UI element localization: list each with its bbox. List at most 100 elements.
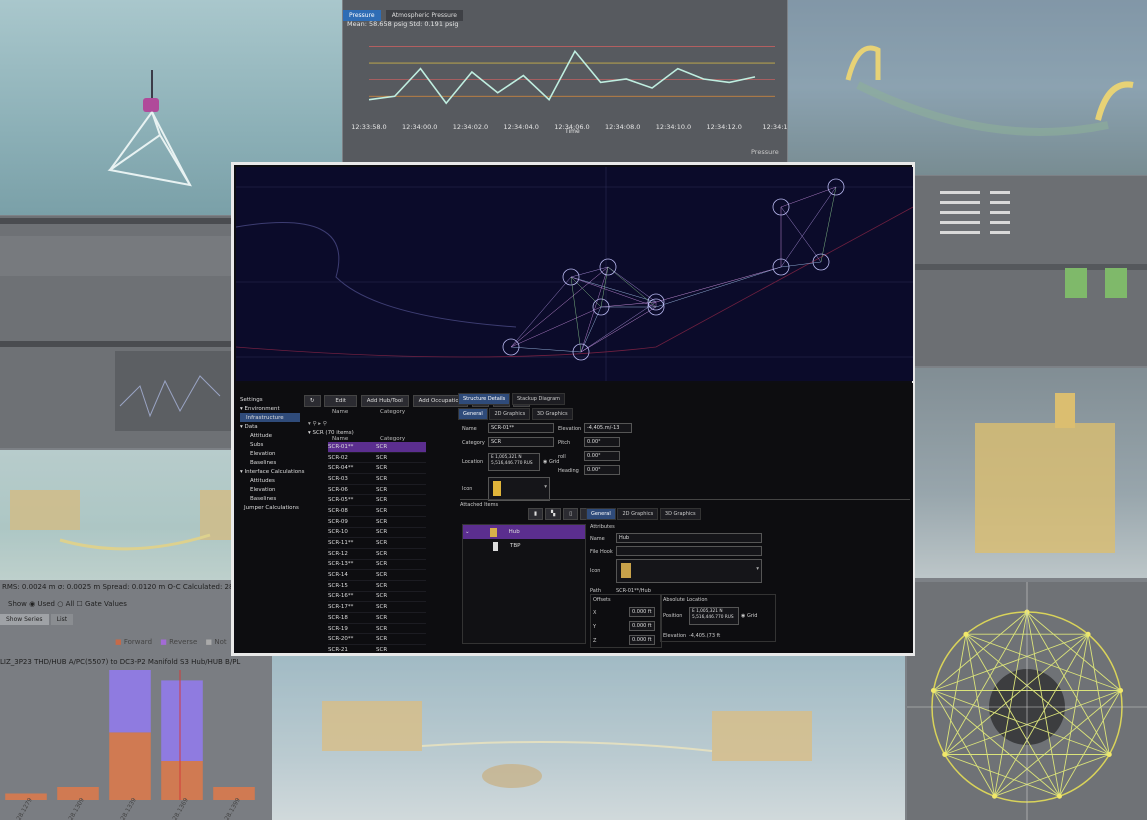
attributes-group: Attributes Name Hub File Hook Icon ▾ Path S… (590, 524, 766, 594)
list-filter-row: ▾ ⚲ ▸ ⚲ (308, 421, 327, 427)
offset-z-field[interactable]: 0.000 ft (629, 635, 655, 645)
legend-reverse: Reverse (169, 638, 198, 646)
pressure-chart-panel: Pressure Atmospheric Pressure Mean: 58.6… (343, 0, 787, 162)
list-rows: SCR-01** SCR SCR-02 SCR SCR-04** SCR SCR-03 SCR… (328, 442, 426, 652)
attach-hub-icon[interactable]: ▚ (545, 508, 562, 520)
nav-settings[interactable]: Settings (240, 395, 300, 404)
survey-link-line (510, 276, 572, 348)
nav-infrastructure[interactable]: Infrastructure (240, 413, 300, 422)
histogram-panel: LIZ_3P23 THD/HUB A/PC(5507) to DC3-P2 Ma… (0, 656, 275, 820)
table-row[interactable]: SCR-16** SCR (328, 592, 426, 603)
refresh-button[interactable]: ↻ (304, 395, 321, 407)
group-header[interactable]: ▾ SCR (70 items) (304, 427, 456, 436)
attached-tab-3d[interactable]: 3D Graphics (659, 508, 701, 520)
3d-viewport[interactable] (235, 167, 914, 381)
table-row[interactable]: SCR-11** SCR (328, 538, 426, 549)
table-row[interactable]: SCR-06 SCR (328, 485, 426, 496)
heading-field[interactable]: 0.00° (584, 465, 620, 475)
nav-interface-calculations[interactable]: ▾ Interface Calculations (240, 467, 304, 476)
nav-elevation[interactable]: Elevation (240, 449, 300, 458)
offset-x-field[interactable]: 0.000 ft (629, 607, 655, 617)
radio-all[interactable]: ○ All (57, 600, 74, 608)
icon-picker[interactable]: ▾ (488, 477, 550, 501)
attr-icon-picker[interactable]: ▾ (616, 559, 762, 583)
grid-radio[interactable]: ◉ Grid (543, 459, 559, 465)
row-category: SCR (376, 604, 388, 611)
group-col-category: Category (380, 436, 406, 442)
table-row[interactable]: SCR-01** SCR (328, 442, 426, 453)
vertex-node (942, 752, 948, 757)
survey-link-line (607, 266, 657, 303)
tab-list[interactable]: List (50, 614, 74, 625)
pitch-field[interactable]: 0.00° (584, 437, 620, 447)
abs-grid-radio[interactable]: ◉ Grid (741, 613, 757, 619)
nav-attitudes[interactable]: Attitudes (240, 476, 300, 485)
row-name: SCR-04** (328, 465, 354, 472)
tab-show-series[interactable]: Show Series (0, 614, 49, 625)
attach-tool-icon[interactable]: ▯ (563, 508, 579, 520)
heading-label: Heading (558, 467, 579, 474)
elevation-field[interactable]: -4,405.m/-13 (584, 423, 632, 433)
table-row[interactable]: SCR-09 SCR (328, 517, 426, 528)
table-row[interactable]: SCR-02 SCR (328, 453, 426, 464)
table-row[interactable]: SCR-03 SCR (328, 474, 426, 485)
col-name: Name (332, 409, 349, 415)
attr-name-field[interactable]: Hub (616, 533, 762, 543)
histogram-title: LIZ_3P23 THD/HUB A/PC(5507) to DC3-P2 Ma… (0, 658, 241, 666)
table-row[interactable]: SCR-08 SCR (328, 506, 426, 517)
roll-field[interactable]: 0.00° (584, 451, 620, 461)
table-row[interactable]: SCR-04** SCR (328, 463, 426, 475)
row-name: SCR-11** (328, 540, 354, 547)
table-row[interactable]: SCR-17** SCR (328, 602, 426, 613)
survey-link-line (510, 346, 582, 353)
nav-jumper-calculations[interactable]: Jumper Calculations (240, 503, 300, 512)
table-row[interactable]: SCR-12 SCR (328, 549, 426, 560)
offset-y-field[interactable]: 0.000 ft (629, 621, 655, 631)
add-hub-button[interactable]: Add Hub/Tool (360, 395, 409, 407)
location-field[interactable]: E 1,005,321 N 5,516,446.770 RUS (488, 453, 540, 471)
col-category: Category (380, 409, 406, 415)
roll-label: roll (558, 453, 566, 460)
table-row[interactable]: SCR-20** SCR (328, 634, 426, 646)
row-category: SCR (376, 518, 388, 525)
edit-button[interactable]: Edit (324, 395, 358, 407)
attached-item-hub[interactable]: ⌄ Hub (463, 525, 585, 539)
tab-stackup-diagram[interactable]: Stackup Diagram (511, 393, 566, 405)
attach-structure-icon[interactable]: ▮ (528, 508, 544, 520)
category-field[interactable]: SCR (488, 437, 554, 447)
table-row[interactable]: SCR-15 SCR (328, 581, 426, 592)
attr-file-field[interactable] (616, 546, 762, 556)
x-tick-label: 28.1309 (67, 797, 86, 820)
nav-attitude[interactable]: Attitude (240, 431, 300, 440)
attached-tab-general[interactable]: General (586, 508, 616, 520)
legend-forward: Forward (123, 638, 153, 646)
subtab-3d-graphics[interactable]: 3D Graphics (531, 408, 573, 420)
table-row[interactable]: SCR-21 SCR (328, 645, 426, 652)
nav-environment[interactable]: ▾ Environment (240, 404, 300, 413)
survey-link-line (570, 276, 657, 308)
row-name: SCR-15 (328, 582, 348, 589)
gate-values-checkbox[interactable]: ☐ Gate Values (77, 600, 127, 608)
tab-structure-details[interactable]: Structure Details (458, 393, 511, 405)
nav-data[interactable]: ▾ Data (240, 422, 300, 431)
subtab-2d-graphics[interactable]: 2D Graphics (489, 408, 531, 420)
nav-elevation-2[interactable]: Elevation (240, 485, 300, 494)
nav-baselines[interactable]: Baselines (240, 458, 300, 467)
attached-item-tbp[interactable]: TBP (463, 539, 585, 553)
table-row[interactable]: SCR-18 SCR (328, 613, 426, 624)
table-row[interactable]: SCR-10 SCR (328, 528, 426, 539)
table-row[interactable]: SCR-14 SCR (328, 570, 426, 581)
attached-tab-2d[interactable]: 2D Graphics (617, 508, 659, 520)
position-field[interactable]: E 1,005,321 N 5,516,446.770 RUS (689, 607, 739, 625)
row-category: SCR (376, 540, 388, 547)
table-row[interactable]: SCR-19 SCR (328, 624, 426, 635)
name-field[interactable]: SCR-01** (488, 423, 554, 433)
seabed-photo (272, 656, 905, 820)
subtab-general[interactable]: General (458, 408, 488, 420)
nav-subs[interactable]: Subs (240, 440, 300, 449)
table-row[interactable]: SCR-13** SCR (328, 560, 426, 571)
table-row[interactable]: SCR-05** SCR (328, 495, 426, 507)
radio-used[interactable]: ◉ Used (29, 600, 55, 608)
network-polygon-diagram (907, 582, 1147, 820)
nav-baselines-2[interactable]: Baselines (240, 494, 300, 503)
